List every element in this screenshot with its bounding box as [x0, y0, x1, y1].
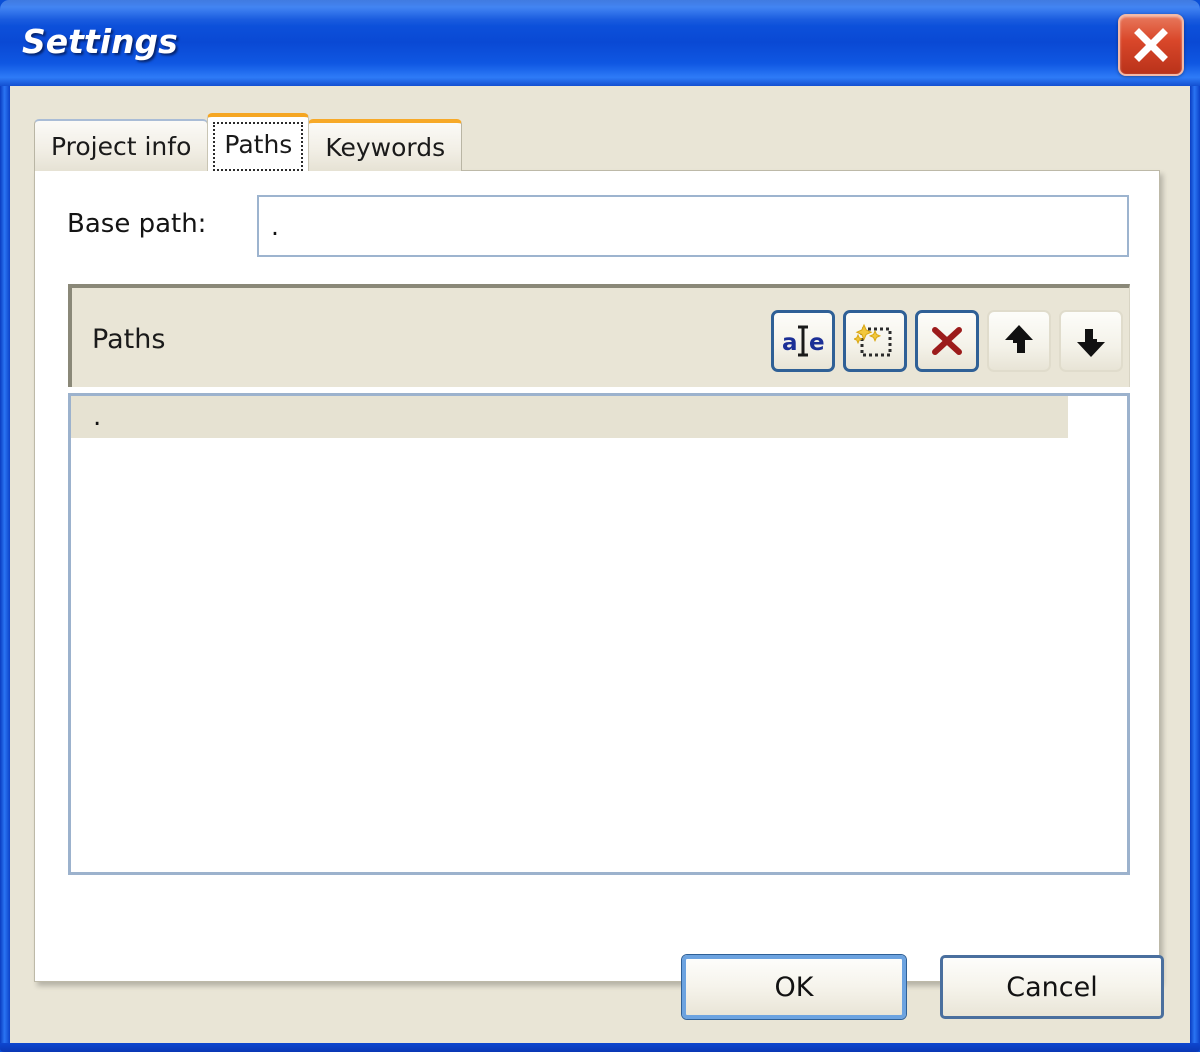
tab-paths-label: Paths: [224, 129, 293, 159]
window-frame-left: [0, 86, 10, 1052]
base-path-row: Base path:: [35, 195, 1159, 263]
rename-icon: a e: [781, 321, 825, 361]
move-down-icon: [1074, 322, 1108, 360]
delete-icon: [927, 321, 967, 361]
close-button[interactable]: [1118, 14, 1184, 76]
base-path-input[interactable]: [257, 195, 1129, 257]
tab-project-info-label: Project info: [51, 131, 192, 161]
paths-group-header: Paths a e: [68, 284, 1130, 387]
ok-button[interactable]: OK: [682, 955, 906, 1019]
settings-dialog-window: Settings Project info Paths Keywords Bas…: [0, 0, 1200, 1052]
move-path-down-button[interactable]: [1059, 310, 1123, 372]
window-frame-right: [1190, 86, 1200, 1052]
move-up-icon: [1002, 322, 1036, 360]
title-bar: Settings: [0, 0, 1200, 88]
list-item-label: .: [93, 402, 102, 432]
move-path-up-button[interactable]: [987, 310, 1051, 372]
tab-strip: Project info Paths Keywords: [34, 113, 463, 171]
window-frame-bottom: [0, 1043, 1200, 1052]
tab-panel-paths: Base path: Paths a e: [34, 170, 1160, 982]
ok-button-label: OK: [774, 971, 814, 1003]
window-title: Settings: [22, 22, 178, 61]
rename-path-button[interactable]: a e: [771, 310, 835, 372]
svg-text:a: a: [782, 330, 798, 356]
paths-listbox[interactable]: .: [68, 393, 1130, 875]
tab-paths[interactable]: Paths: [207, 113, 310, 171]
dialog-body: Project info Paths Keywords Base path: P…: [10, 86, 1190, 1043]
tab-project-info[interactable]: Project info: [34, 119, 209, 171]
cancel-button[interactable]: Cancel: [940, 955, 1164, 1019]
new-path-button[interactable]: [843, 310, 907, 372]
dialog-footer: OK Cancel: [10, 955, 1190, 1025]
svg-text:e: e: [809, 330, 825, 356]
tab-keywords-label: Keywords: [325, 132, 446, 162]
paths-group-label: Paths: [92, 324, 166, 355]
new-path-icon: [854, 321, 896, 361]
cancel-button-label: Cancel: [1006, 971, 1098, 1003]
close-x-icon: [1131, 25, 1171, 65]
tab-keywords[interactable]: Keywords: [308, 119, 463, 171]
list-item[interactable]: .: [71, 396, 1068, 438]
paths-toolbar: a e: [771, 310, 1123, 372]
base-path-label: Base path:: [67, 209, 207, 239]
delete-path-button[interactable]: [915, 310, 979, 372]
